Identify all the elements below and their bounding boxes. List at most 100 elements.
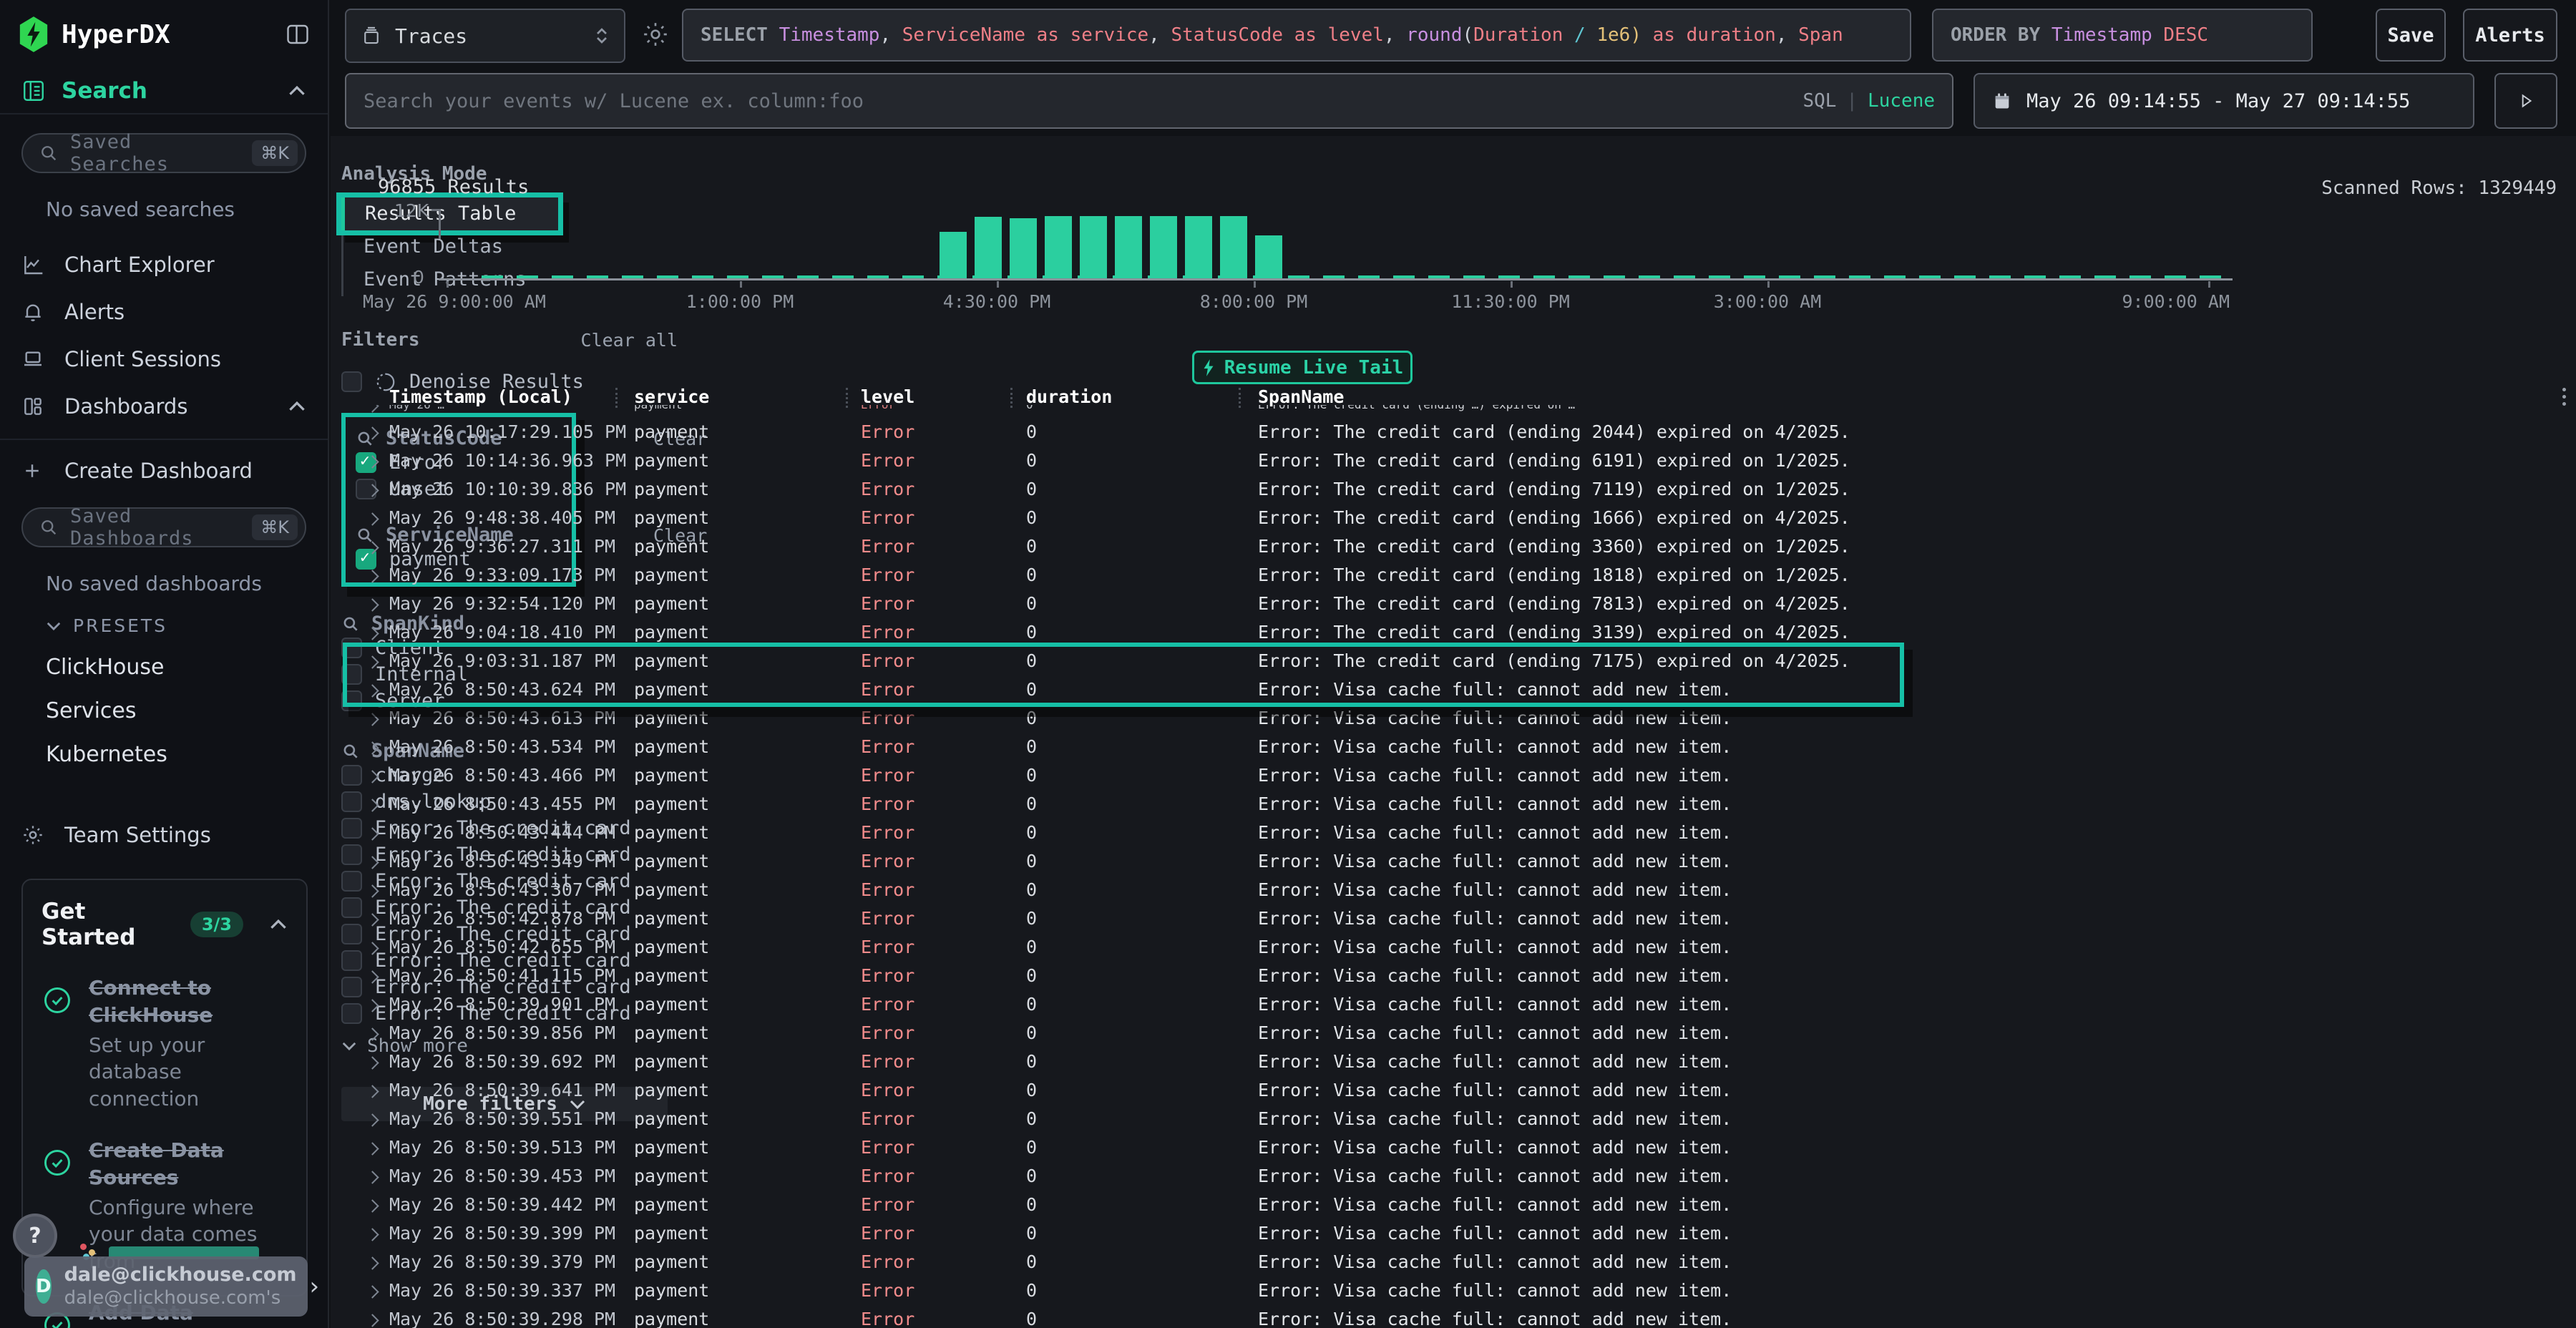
expand-row-icon[interactable] [366, 598, 379, 611]
expand-row-icon[interactable] [366, 1142, 379, 1155]
table-row[interactable]: May 26 8:50:42.878 PMpayment Error0 Erro… [356, 904, 2576, 933]
create-dashboard-button[interactable]: Create Dashboard [0, 447, 328, 494]
table-row[interactable]: May 26 8:50:39.692 PMpayment Error0 Erro… [356, 1048, 2576, 1076]
sidebar-item-label: Dashboards [64, 394, 269, 419]
expand-row-icon[interactable] [366, 426, 379, 439]
expand-row-icon[interactable] [366, 999, 379, 1012]
table-row[interactable]: May 26 10:10:39.836 PMpayment Error0 Err… [356, 475, 2576, 504]
presets-label: PRESETS [73, 615, 167, 636]
sidebar-item-dashboards[interactable]: Dashboards [0, 383, 328, 430]
table-row[interactable]: May 26 9:32:54.120 PMpayment Error0 Erro… [356, 590, 2576, 618]
chevron-up-icon[interactable] [288, 401, 306, 412]
table-row[interactable]: May 26 9:36:27.311 PMpayment Error0 Erro… [356, 532, 2576, 561]
get-started-title: Get Started [42, 899, 177, 950]
table-row[interactable]: May 26 8:50:39.337 PMpayment Error0 Erro… [356, 1276, 2576, 1305]
expand-row-icon[interactable] [366, 570, 379, 582]
bell-icon [21, 301, 46, 323]
expand-row-icon[interactable] [366, 741, 379, 754]
expand-row-icon[interactable] [366, 713, 379, 726]
sidebar-section-search[interactable]: Search [0, 69, 328, 114]
table-row[interactable]: May 26 8:50:39.442 PMpayment Error0 Erro… [356, 1191, 2576, 1219]
expand-row-icon[interactable] [366, 1199, 379, 1212]
table-row[interactable]: May 26 10:17:29.105 PMpayment Error0 Err… [356, 418, 2576, 446]
expand-row-icon[interactable] [366, 541, 379, 554]
expand-row-icon[interactable] [366, 627, 379, 640]
help-button[interactable]: ? [13, 1214, 57, 1258]
expand-row-icon[interactable] [366, 512, 379, 525]
sidebar: HyperDX Search Saved Searches ⌘K No save… [0, 0, 329, 1328]
expand-row-icon[interactable] [366, 1256, 379, 1269]
step-title: Create Data Sources [89, 1138, 224, 1189]
expand-row-icon[interactable] [366, 1314, 379, 1327]
table-row[interactable]: May 26 8:50:42.655 PMpayment Error0 Erro… [356, 933, 2576, 962]
sidebar-search-label: Search [62, 78, 272, 104]
saved-dashboards-placeholder: Saved Dashboards [70, 505, 240, 550]
user-menu[interactable]: D dale@clickhouse.com dale@clickhouse.co… [24, 1256, 308, 1317]
table-row[interactable]: May 26 9:48:38.405 PMpayment Error0 Erro… [356, 504, 2576, 532]
table-row[interactable]: May 26 8:50:43.466 PMpayment Error0 Erro… [356, 761, 2576, 790]
app-title: HyperDX [62, 20, 273, 49]
table-row[interactable]: May 26 8:50:43.613 PMpayment Error0 Erro… [356, 704, 2576, 733]
step-desc: Set up your database connection [89, 1032, 288, 1113]
chevron-up-icon[interactable] [288, 85, 306, 97]
table-row[interactable]: May 26 8:50:43.455 PMpayment Error0 Erro… [356, 790, 2576, 819]
table-row[interactable]: May 26 8:50:43.307 PMpayment Error0 Erro… [356, 876, 2576, 904]
table-row[interactable]: May 26 8:50:39.513 PMpayment Error0 Erro… [356, 1133, 2576, 1162]
team-settings-label: Team Settings [64, 823, 306, 847]
preset-services[interactable]: Services [46, 698, 328, 723]
confetti-decoration [89, 1249, 95, 1256]
expand-row-icon[interactable] [366, 970, 379, 983]
table-row[interactable]: May 26 8:50:39.399 PMpayment Error0 Erro… [356, 1219, 2576, 1248]
expand-row-icon[interactable] [366, 1113, 379, 1126]
table-row[interactable]: May 26 10:14:36.963 PMpayment Error0 Err… [356, 446, 2576, 475]
table-row[interactable]: May 26 8:50:39.551 PMpayment Error0 Erro… [356, 1105, 2576, 1133]
table-row[interactable]: May 26 8:50:43.534 PMpayment Error0 Erro… [356, 733, 2576, 761]
expand-row-icon[interactable] [366, 1171, 379, 1183]
table-row[interactable]: May 26 8:50:39.856 PMpayment Error0 Erro… [356, 1019, 2576, 1048]
presets-header[interactable]: PRESETS [46, 615, 328, 636]
table-row[interactable]: May 26 8:50:39.901 PMpayment Error0 Erro… [356, 990, 2576, 1019]
expand-row-icon[interactable] [366, 827, 379, 840]
sidebar-collapse-icon[interactable] [285, 21, 311, 47]
chevron-up-icon[interactable] [269, 919, 288, 930]
expand-row-icon[interactable] [366, 1027, 379, 1040]
table-row[interactable]: May 26 9:33:09.173 PMpayment Error0 Erro… [356, 561, 2576, 590]
sidebar-item-alerts[interactable]: Alerts [0, 288, 328, 336]
sidebar-item-label: Alerts [64, 300, 306, 324]
preset-clickhouse[interactable]: ClickHouse [46, 655, 328, 680]
chart-icon [21, 253, 46, 276]
expand-row-icon[interactable] [366, 455, 379, 468]
saved-dashboards-input[interactable]: Saved Dashboards ⌘K [21, 507, 306, 547]
expand-row-icon[interactable] [366, 942, 379, 954]
table-row[interactable]: May 26 8:50:43.444 PMpayment Error0 Erro… [356, 819, 2576, 847]
check-circle-icon [42, 985, 73, 1113]
shortcut-badge: ⌘K [252, 140, 298, 166]
divider [0, 439, 328, 440]
expand-row-icon[interactable] [366, 484, 379, 497]
table-row[interactable]: May 26 8:50:41.115 PMpayment Error0 Erro… [356, 962, 2576, 990]
team-settings-button[interactable]: Team Settings [0, 811, 328, 859]
expand-row-icon[interactable] [366, 1285, 379, 1298]
table-row[interactable]: May 26 8:50:43.349 PMpayment Error0 Erro… [356, 847, 2576, 876]
get-started-step[interactable]: Connect to ClickHouse Set up your databa… [42, 975, 288, 1113]
sidebar-item-client-sessions[interactable]: Client Sessions [0, 336, 328, 383]
expand-row-icon[interactable] [366, 1228, 379, 1241]
expand-row-icon[interactable] [366, 770, 379, 783]
create-dashboard-label: Create Dashboard [64, 459, 306, 483]
expand-row-icon[interactable] [366, 856, 379, 869]
expand-row-icon[interactable] [366, 1056, 379, 1069]
get-started-card: Get Started 3/3 Connect to ClickHouse Se… [21, 879, 308, 1297]
table-row[interactable]: May 26 8:50:39.379 PMpayment Error0 Erro… [356, 1248, 2576, 1276]
saved-searches-input[interactable]: Saved Searches ⌘K [21, 133, 306, 173]
expand-row-icon[interactable] [366, 913, 379, 926]
preset-kubernetes[interactable]: Kubernetes [46, 742, 328, 767]
expand-row-icon[interactable] [366, 884, 379, 897]
table-row[interactable]: May 26 8:50:39.453 PMpayment Error0 Erro… [356, 1162, 2576, 1191]
table-row[interactable]: May 26 8:50:39.298 PMpayment Error0 Erro… [356, 1305, 2576, 1328]
expand-row-icon[interactable] [366, 799, 379, 811]
gear-icon [21, 824, 46, 846]
table-row[interactable]: May 26 8:50:39.641 PMpayment Error0 Erro… [356, 1076, 2576, 1105]
hyperdx-app: HyperDX Search Saved Searches ⌘K No save… [0, 0, 2576, 1328]
expand-row-icon[interactable] [366, 1085, 379, 1098]
sidebar-item-chart-explorer[interactable]: Chart Explorer [0, 241, 328, 288]
